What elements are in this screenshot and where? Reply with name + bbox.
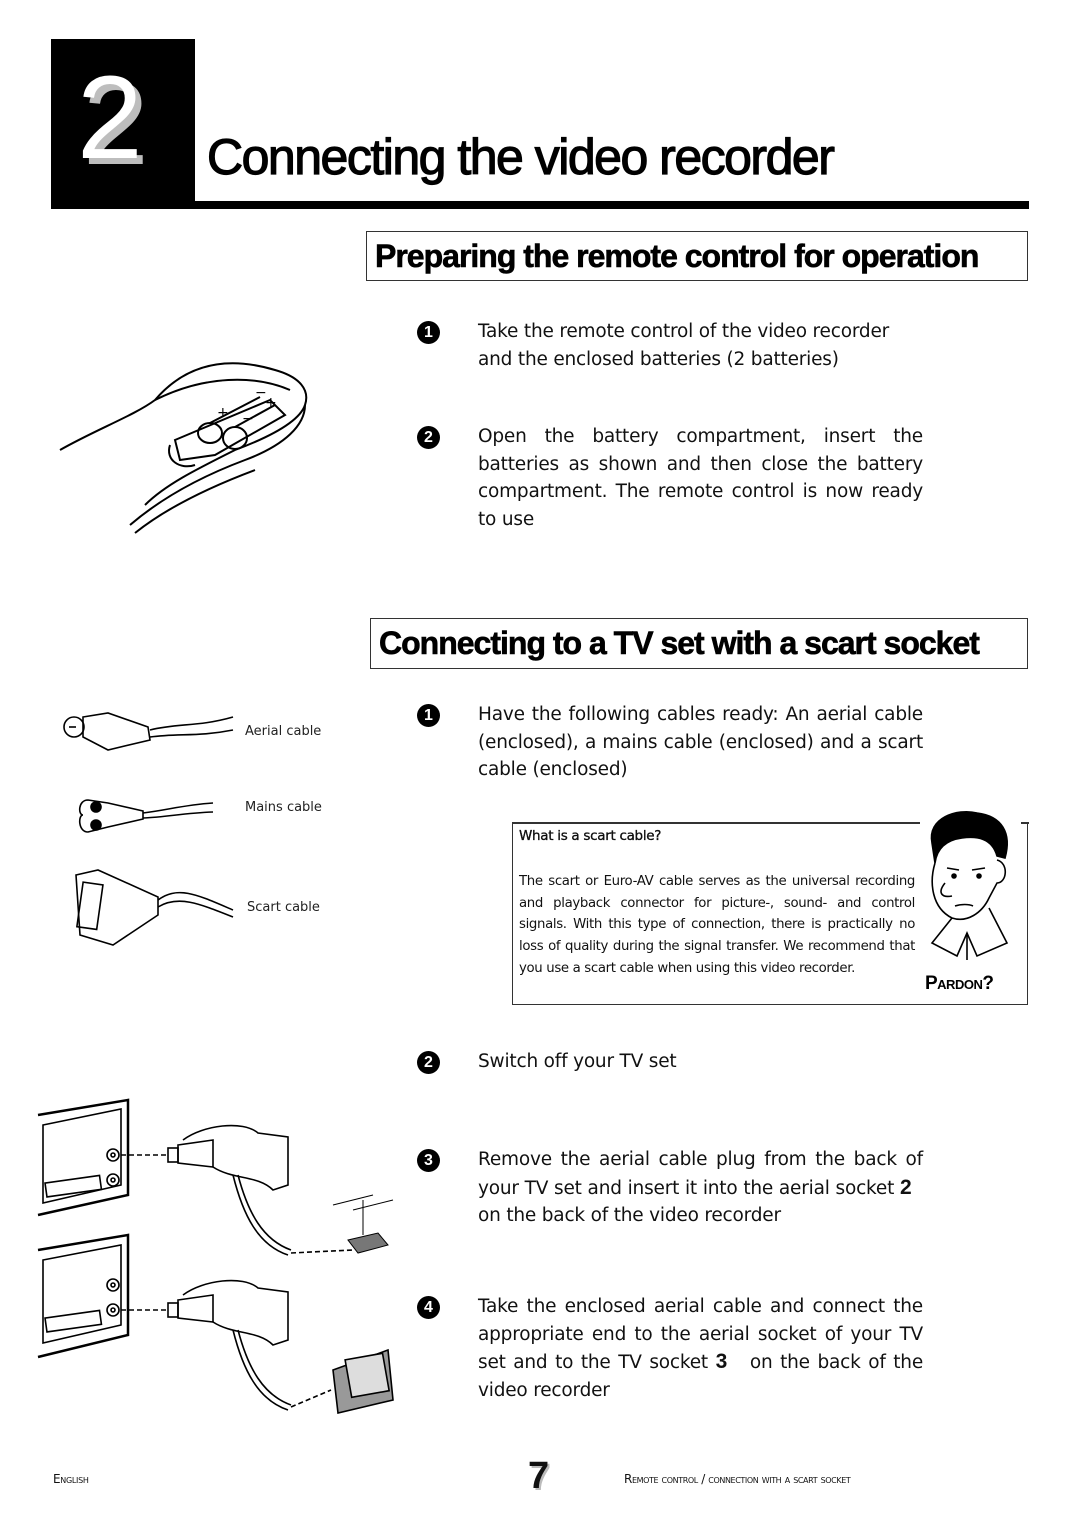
cable-label-aerial: Aerial cable	[245, 724, 322, 739]
step-text: Remove the aerial cable plug from the ba…	[478, 1146, 923, 1230]
section-header-remote-control: Preparing the remote control for operati…	[366, 231, 1028, 281]
chapter-title: Connecting the video recorder	[206, 128, 835, 185]
step-number-badge: 1	[417, 321, 440, 344]
info-box-border	[511, 822, 920, 824]
list-item: 4 Take the enclosed aerial cable and con…	[417, 1293, 927, 1404]
list-item: 2 Switch off your TV set	[417, 1048, 927, 1076]
step-number-badge: 2	[417, 1051, 440, 1074]
step-number-badge: 4	[417, 1296, 440, 1319]
chapter-divider	[51, 201, 1029, 209]
info-box-scart: What is a scart cable? The scart or Euro…	[511, 811, 1029, 1005]
list-item: 1 Take the remote control of the video r…	[417, 318, 927, 373]
cable-label-scart: Scart cable	[247, 900, 320, 915]
socket-number: 2	[899, 1175, 912, 1199]
step-text-part: Remove the aerial cable plug from the ba…	[478, 1149, 923, 1199]
footer-section-title: Remote control / connection with a scart…	[624, 1472, 851, 1486]
svg-text:+: +	[265, 395, 277, 411]
section-title: Preparing the remote control for operati…	[375, 237, 980, 274]
aerial-plug-icon	[63, 712, 234, 946]
pardon-caption: Pardon?	[925, 973, 994, 994]
info-box-title: What is a scart cable?	[519, 828, 662, 844]
step-number-badge: 2	[417, 426, 440, 449]
list-item: 1 Have the following cables ready: An ae…	[417, 701, 927, 784]
step-number-badge: 3	[417, 1149, 440, 1172]
info-box-border	[1020, 822, 1029, 824]
info-box-body: The scart or Euro-AV cable serves as the…	[519, 874, 915, 976]
step-text-part: on the back of the video recorder	[478, 1205, 781, 1226]
step-text: Take the remote control of the video rec…	[478, 321, 890, 370]
step-text: Switch off your TV set	[478, 1051, 677, 1072]
cable-label-mains: Mains cable	[245, 800, 322, 815]
chapter-number: 2	[77, 52, 143, 184]
svg-text:−: −	[242, 411, 254, 427]
list-item: 2 Open the battery compartment, insert t…	[417, 423, 927, 533]
socket-number: 3	[715, 1350, 728, 1373]
step-text: Take the enclosed aerial cable and conne…	[478, 1293, 923, 1404]
aerial-connection-illustration	[37, 1098, 394, 1414]
footer-language: English	[53, 1472, 89, 1486]
cartoon-face-icon	[930, 811, 1009, 960]
list-item: 3 Remove the aerial cable plug from the …	[417, 1146, 927, 1230]
page-number: 7	[528, 1455, 550, 1497]
step-text: Have the following cables ready: An aeri…	[478, 704, 923, 780]
section-title: Connecting to a TV set with a scart sock…	[379, 625, 981, 662]
svg-text:+: +	[217, 405, 229, 421]
step-text: Open the battery compartment, insert the…	[478, 426, 923, 530]
chapter-number-box: 2	[51, 39, 195, 205]
section-header-scart-connection: Connecting to a TV set with a scart sock…	[370, 618, 1028, 669]
remote-battery-illustration: + − − +	[59, 362, 308, 534]
step-number-badge: 1	[417, 704, 440, 727]
